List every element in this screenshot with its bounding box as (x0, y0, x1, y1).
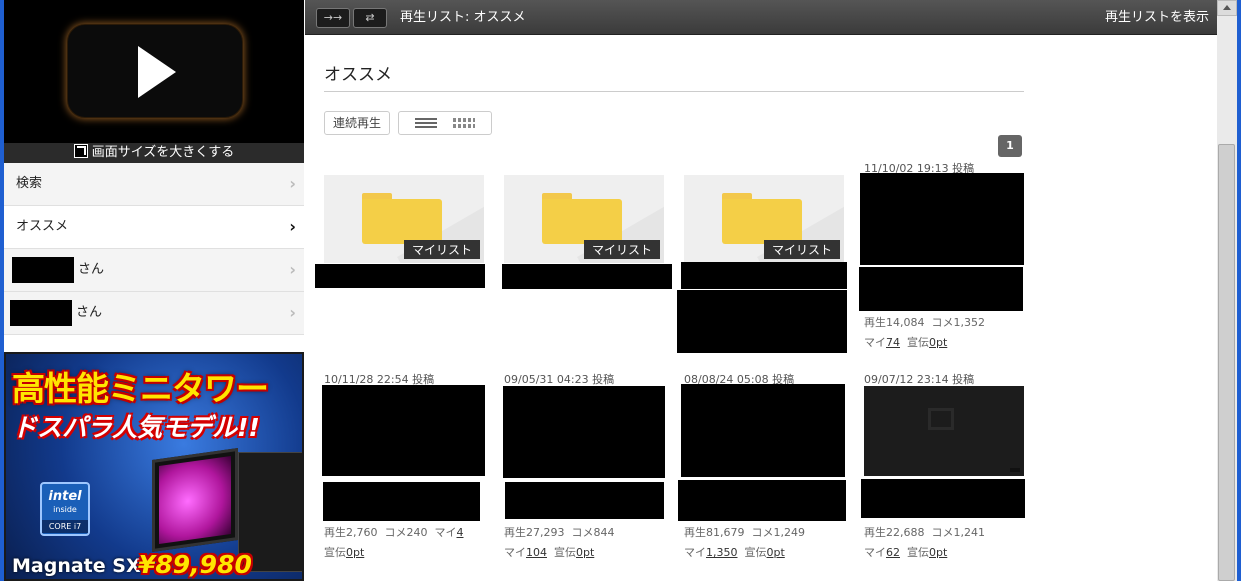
redacted-title (323, 482, 480, 521)
ad-banner[interactable]: 高性能ミニタワー ドスパラ人気モデル!! intel inside CORE i… (4, 352, 304, 581)
intel-core-text: CORE i7 (42, 520, 88, 533)
window-frame-right (1237, 0, 1241, 581)
folder-thumbnail[interactable]: マイリスト (684, 175, 844, 263)
sidebar-item-label: さん (76, 305, 103, 320)
play-icon (138, 46, 176, 98)
post-date: 09/05/31 04:23 投稿 (504, 373, 615, 386)
sidebar-item-user-1[interactable]: さん › (4, 249, 304, 292)
folder-thumbnail[interactable]: マイリスト (324, 175, 484, 263)
page-number-button[interactable]: 1 (998, 135, 1022, 157)
redacted-title (505, 482, 664, 519)
folder-icon (722, 199, 802, 244)
video-stats-2: 宣伝0pt (324, 546, 365, 559)
video-stats: 再生22,688 コメ1,241 (864, 526, 985, 539)
mylist-count-link[interactable]: 104 (526, 546, 547, 559)
redacted-username (10, 299, 72, 326)
ad-headline: 高性能ミニタワー (12, 369, 269, 408)
monitor-image (152, 447, 238, 553)
ad-points-link[interactable]: 0pt (929, 336, 947, 349)
intel-logo: intel (48, 489, 82, 504)
ad-subheadline: ドスパラ人気モデル!! (12, 413, 260, 442)
divider (324, 91, 1024, 92)
video-stats: 再生2,760 コメ240 マイ4 (324, 526, 464, 539)
ad-points-link[interactable]: 0pt (576, 546, 594, 559)
ad-model-name: Magnate SX (12, 555, 141, 577)
redacted-title (502, 264, 672, 289)
mylist-tag: マイリスト (403, 240, 480, 259)
video-stats: 再生81,679 コメ1,249 (684, 526, 805, 539)
view-toggle (398, 111, 492, 135)
video-stats-2: マイ62 宣伝0pt (864, 546, 948, 559)
show-playlist-link[interactable]: 再生リストを表示 (1105, 0, 1209, 35)
shuffle-icon: ⇄ (365, 11, 375, 24)
sidebar-item-label: さん (78, 262, 105, 277)
video-stats-2: マイ74 宣伝0pt (864, 336, 948, 349)
redacted-title (861, 479, 1025, 518)
chevron-right-icon: › (289, 217, 296, 236)
video-player[interactable] (4, 0, 304, 143)
redacted-username (12, 256, 74, 283)
folder-thumbnail[interactable]: マイリスト (504, 175, 664, 263)
mylist-count-link[interactable]: 62 (886, 546, 900, 559)
video-stats: 再生27,293 コメ844 (504, 526, 615, 539)
sidebar-item-search[interactable]: 検索 › (4, 163, 304, 206)
playlist-title: 再生リスト: オススメ (400, 10, 526, 25)
mylist-count-link[interactable]: 4 (457, 526, 464, 539)
left-panel: 画面サイズを大きくする 検索 › オススメ › さん › さん › 高性能ミニタ… (4, 0, 304, 581)
chevron-right-icon: › (289, 260, 296, 279)
sidebar-item-label: 検索 (16, 176, 43, 191)
vertical-scrollbar[interactable] (1217, 0, 1237, 581)
shuffle-button[interactable]: ⇄ (353, 8, 387, 28)
list-view-icon[interactable] (415, 118, 437, 128)
tv-icon (928, 408, 954, 430)
folder-icon (362, 199, 442, 244)
video-thumbnail[interactable] (681, 384, 845, 477)
video-thumbnail[interactable] (503, 386, 665, 478)
enlarge-screen-label: 画面サイズを大きくする (91, 145, 235, 160)
sidebar-item-label: オススメ (16, 219, 69, 234)
intel-inside-text: inside (53, 505, 77, 514)
chevron-right-icon: › (289, 174, 296, 193)
redacted-title (859, 267, 1023, 311)
sidebar-item-recommended[interactable]: オススメ › (4, 206, 304, 249)
main-content: オススメ 連続再生 1 マイリスト マイリスト マイリスト 11/10/02 1… (305, 36, 1217, 581)
sequential-play-button[interactable]: →→ (316, 8, 350, 28)
chevron-right-icon: › (289, 303, 296, 322)
video-thumbnail[interactable] (860, 173, 1024, 265)
ad-points-link[interactable]: 0pt (929, 546, 947, 559)
scroll-up-button[interactable] (1217, 0, 1237, 16)
scrollbar-thumb[interactable] (1218, 144, 1235, 581)
video-thumbnail[interactable] (864, 386, 1024, 476)
redacted-title (681, 262, 847, 289)
video-stats-2: マイ104 宣伝0pt (504, 546, 595, 559)
video-thumbnail[interactable] (322, 385, 485, 476)
redacted-title (677, 290, 847, 353)
ad-points-link[interactable]: 0pt (767, 546, 785, 559)
expand-icon (73, 144, 88, 158)
ad-points-link[interactable]: 0pt (346, 546, 364, 559)
post-date: 09/07/12 23:14 投稿 (864, 373, 975, 386)
arrow-right-icon: →→ (323, 11, 343, 24)
redacted-title (315, 264, 485, 288)
grid-view-icon[interactable] (453, 118, 475, 128)
mylist-tag: マイリスト (583, 240, 660, 259)
folder-icon (542, 199, 622, 244)
mylist-tag: マイリスト (763, 240, 840, 259)
sidebar-item-user-2[interactable]: さん › (4, 292, 304, 335)
enlarge-screen-button[interactable]: 画面サイズを大きくする (4, 143, 304, 163)
intel-badge: intel inside CORE i7 (40, 482, 90, 536)
duration-badge (1010, 468, 1020, 472)
mylist-count-link[interactable]: 74 (886, 336, 900, 349)
playlist-toolbar: →→ ⇄ 再生リスト: オススメ 再生リストを表示 (305, 0, 1217, 35)
video-stats: 再生14,084 コメ1,352 (864, 316, 985, 329)
continuous-play-button[interactable]: 連続再生 (324, 111, 390, 135)
play-button[interactable] (67, 24, 243, 118)
video-stats-2: マイ1,350 宣伝0pt (684, 546, 785, 559)
redacted-title (678, 480, 846, 521)
sidebar-nav: 検索 › オススメ › さん › さん › (4, 163, 304, 335)
ad-price: ¥89,980 (138, 550, 252, 579)
mylist-count-link[interactable]: 1,350 (706, 546, 738, 559)
page-title: オススメ (324, 65, 392, 85)
